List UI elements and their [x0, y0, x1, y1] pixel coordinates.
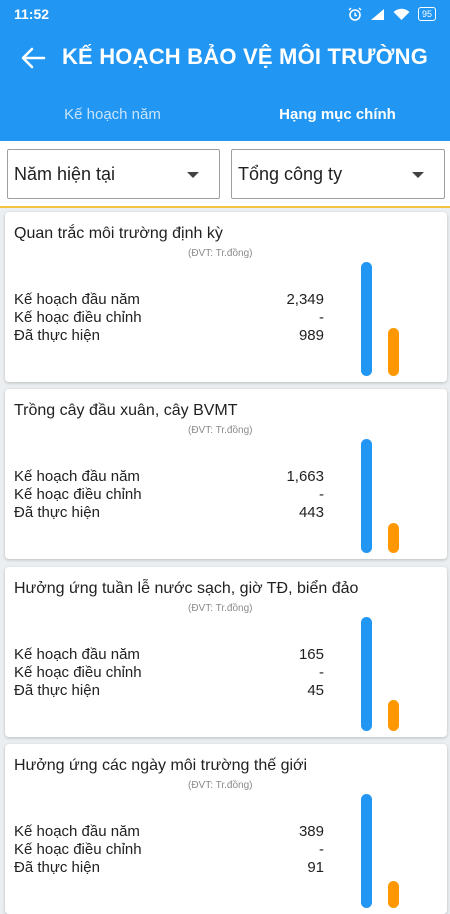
plan-label: Kế hoạch đầu năm — [14, 823, 140, 840]
done-label: Đã thực hiện — [14, 859, 100, 876]
plan-label: Kế hoạch đầu năm — [14, 468, 140, 485]
done-label: Đã thực hiện — [14, 327, 100, 344]
adjusted-row: Kế hoạc điều chỉnh - — [14, 486, 324, 504]
plan-row: Kế hoạch đầu năm 389 — [14, 823, 324, 841]
period-select[interactable]: Năm hiện tại — [7, 149, 220, 199]
unit-note: (ĐVT: Tr.đồng) — [188, 425, 253, 436]
unit-note: (ĐVT: Tr.đồng) — [188, 603, 253, 614]
plan-bar — [361, 262, 372, 376]
alarm-icon — [348, 7, 362, 21]
adjusted-label: Kế hoạc điều chỉnh — [14, 309, 142, 326]
status-icons: 95 — [348, 6, 436, 22]
adjusted-label: Kế hoạc điều chỉnh — [14, 841, 142, 858]
adjusted-value: - — [319, 309, 324, 326]
done-bar — [388, 523, 399, 553]
tab-bar: Kế hoạch năm Hạng mục chính — [0, 88, 450, 141]
status-time: 11:52 — [14, 6, 50, 22]
plan-row: Kế hoạch đầu năm 1,663 — [14, 468, 324, 486]
adjusted-value: - — [319, 841, 324, 858]
item-title: Trồng cây đầu xuân, cây BVMT — [14, 402, 238, 419]
item-card[interactable]: Trồng cây đầu xuân, cây BVMT (ĐVT: Tr.đồ… — [5, 389, 447, 559]
adjusted-row: Kế hoạc điều chỉnh - — [14, 664, 324, 682]
adjusted-value: - — [319, 664, 324, 681]
app-bar: KẾ HOẠCH BẢO VỆ MÔI TRƯỜNG — [0, 28, 450, 88]
done-bar — [388, 328, 399, 376]
plan-row: Kế hoạch đầu năm 165 — [14, 646, 324, 664]
adjusted-row: Kế hoạc điều chỉnh - — [14, 309, 324, 327]
plan-value: 1,663 — [286, 468, 324, 485]
wifi-icon — [393, 8, 410, 20]
done-row: Đã thực hiện 45 — [14, 682, 324, 700]
done-value: 91 — [307, 859, 324, 876]
adjusted-label: Kế hoạc điều chỉnh — [14, 486, 142, 503]
adjusted-row: Kế hoạc điều chỉnh - — [14, 841, 324, 859]
done-bar — [388, 700, 399, 731]
item-card[interactable]: Hưởng ứng các ngày môi trường thế giới (… — [5, 744, 447, 914]
unit-note: (ĐVT: Tr.đồng) — [188, 248, 253, 259]
plan-label: Kế hoạch đầu năm — [14, 646, 140, 663]
unit-select[interactable]: Tổng công ty — [231, 149, 445, 199]
battery-level: 95 — [421, 9, 432, 19]
done-row: Đã thực hiện 989 — [14, 327, 324, 345]
plan-label: Kế hoạch đầu năm — [14, 291, 140, 308]
plan-value: 2,349 — [286, 291, 324, 308]
done-row: Đã thực hiện 443 — [14, 504, 324, 522]
status-bar: 11:52 95 — [0, 0, 450, 28]
plan-row: Kế hoạch đầu năm 2,349 — [14, 291, 324, 309]
unit-select-value: Tổng công ty — [238, 164, 343, 184]
chevron-down-icon — [412, 172, 424, 178]
item-title: Hưởng ứng tuần lễ nước sạch, giờ TĐ, biể… — [14, 580, 359, 597]
done-label: Đã thực hiện — [14, 682, 100, 699]
tab-annual-plan[interactable]: Kế hoạch năm — [0, 88, 225, 141]
unit-note: (ĐVT: Tr.đồng) — [188, 780, 253, 791]
adjusted-value: - — [319, 486, 324, 503]
filter-bar: Năm hiện tại Tổng công ty — [0, 141, 450, 208]
plan-value: 389 — [298, 823, 324, 840]
item-title: Quan trắc môi trường định kỳ — [14, 225, 223, 242]
item-card[interactable]: Hưởng ứng tuần lễ nước sạch, giờ TĐ, biể… — [5, 567, 447, 737]
done-value: 989 — [298, 327, 324, 344]
plan-bar — [361, 794, 372, 908]
period-select-value: Năm hiện tại — [14, 164, 116, 184]
signal-icon — [370, 8, 384, 20]
plan-bar — [361, 617, 372, 731]
item-card[interactable]: Quan trắc môi trường định kỳ (ĐVT: Tr.đồ… — [5, 212, 447, 382]
done-value: 443 — [298, 504, 324, 521]
done-bar — [388, 881, 399, 908]
plan-value: 165 — [298, 646, 324, 663]
done-label: Đã thực hiện — [14, 504, 100, 521]
done-row: Đã thực hiện 91 — [14, 859, 324, 877]
item-title: Hưởng ứng các ngày môi trường thế giới — [14, 757, 308, 774]
tab-main-items[interactable]: Hạng mục chính — [225, 88, 450, 141]
adjusted-label: Kế hoạc điều chỉnh — [14, 664, 142, 681]
done-value: 45 — [307, 682, 324, 699]
chevron-down-icon — [187, 172, 199, 178]
page-title: KẾ HOẠCH BẢO VỆ MÔI TRƯỜNG — [61, 44, 429, 69]
plan-bar — [361, 439, 372, 553]
battery-icon: 95 — [417, 7, 436, 21]
